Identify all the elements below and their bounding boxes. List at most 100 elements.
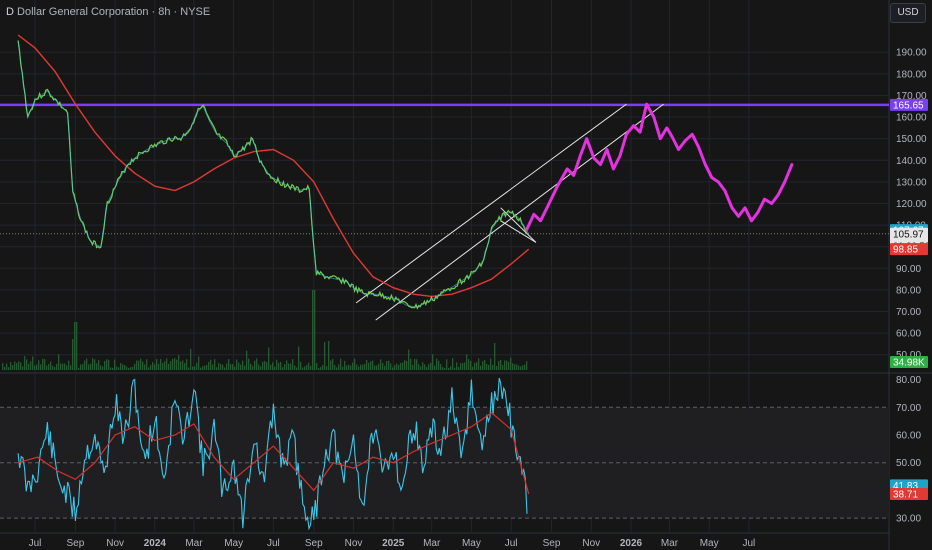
volume-bar xyxy=(280,361,282,370)
volume-bar xyxy=(294,365,296,370)
x-tick-label: Mar xyxy=(423,538,441,549)
volume-bar xyxy=(260,366,262,370)
volume-bar xyxy=(186,359,188,370)
volume-bar xyxy=(476,362,478,370)
volume-bar xyxy=(148,367,150,370)
volume-bar xyxy=(456,362,458,370)
x-tick-label: Sep xyxy=(66,538,84,549)
volume-bar xyxy=(136,360,138,370)
volume-bar xyxy=(10,362,12,370)
volume-bar xyxy=(356,364,358,370)
volume-bar xyxy=(196,362,198,370)
volume-bar xyxy=(156,358,158,370)
volume-bar xyxy=(414,358,416,370)
rsi-tick-label: 80.00 xyxy=(896,375,921,386)
volume-bar xyxy=(12,365,14,370)
volume-bar xyxy=(470,360,472,370)
price-label: 34.98K xyxy=(893,358,925,369)
volume-bar xyxy=(304,366,306,370)
volume-bar xyxy=(210,359,212,370)
volume-bar xyxy=(28,363,30,370)
volume-bar xyxy=(520,366,522,370)
volume-bar xyxy=(116,366,118,370)
volume-bar xyxy=(388,360,390,370)
volume-bar xyxy=(130,367,132,370)
volume-bar xyxy=(246,350,248,370)
volume-bar xyxy=(216,367,218,370)
x-tick-label: Sep xyxy=(543,538,561,549)
x-tick-label: 2025 xyxy=(382,538,405,549)
price-tick-label: 190.00 xyxy=(896,48,927,59)
volume-bar xyxy=(200,367,202,370)
rsi-tick-label: 50.00 xyxy=(896,458,921,469)
currency-button[interactable]: USD xyxy=(890,3,926,23)
volume-bar xyxy=(154,364,156,370)
volume-bar xyxy=(368,362,370,370)
volume-bar xyxy=(322,364,324,370)
volume-bar xyxy=(42,358,44,370)
volume-bar xyxy=(74,322,76,370)
volume-bar xyxy=(478,358,480,370)
volume-bar xyxy=(4,366,6,370)
volume-bar xyxy=(420,366,422,370)
volume-bar xyxy=(16,363,18,370)
volume-bar xyxy=(80,364,82,370)
x-tick-label: May xyxy=(700,538,719,549)
volume-bar xyxy=(480,365,482,370)
x-tick-label: May xyxy=(462,538,481,549)
volume-bar xyxy=(70,365,72,370)
volume-bar xyxy=(512,363,514,370)
volume-bar xyxy=(300,361,302,370)
volume-bar xyxy=(166,358,168,370)
symbol-legend: D Dollar General Corporation · 8h · NYSE xyxy=(6,6,210,18)
volume-bar xyxy=(192,366,194,370)
volume-bar xyxy=(458,366,460,370)
volume-bar xyxy=(248,358,250,370)
volume-bar xyxy=(112,367,114,370)
chart-canvas[interactable]: Jul Sep Nov 2024 Mar May Jul Sep Nov 2025 Mar May Ju… xyxy=(0,0,932,550)
volume-bar xyxy=(238,362,240,370)
x-tick-label: Jul xyxy=(742,538,755,549)
volume-bar xyxy=(468,359,470,370)
volume-bar xyxy=(108,359,110,370)
volume-bar xyxy=(334,364,336,370)
volume-bar xyxy=(158,363,160,370)
volume-bar xyxy=(198,356,200,370)
volume-bar xyxy=(444,367,446,370)
volume-bar xyxy=(134,363,136,370)
volume-bar xyxy=(396,363,398,370)
volume-bar xyxy=(48,363,50,370)
price-tick-label: 90.00 xyxy=(896,264,921,275)
volume-bar xyxy=(126,366,128,370)
volume-bar xyxy=(516,364,518,370)
volume-bar xyxy=(284,364,286,370)
volume-bar xyxy=(252,365,254,370)
volume-bar xyxy=(494,342,496,370)
volume-bar xyxy=(346,365,348,370)
volume-bar xyxy=(316,363,318,370)
volume-bar xyxy=(142,361,144,370)
volume-bar xyxy=(288,363,290,370)
volume-bar xyxy=(352,362,354,370)
volume-bar xyxy=(104,361,106,370)
volume-bar xyxy=(426,367,428,370)
volume-bar xyxy=(98,360,100,370)
volume-bar xyxy=(510,357,512,370)
x-tick-label: 2026 xyxy=(620,538,643,549)
volume-bar xyxy=(454,367,456,370)
volume-bar xyxy=(92,358,94,370)
volume-bar xyxy=(340,358,342,370)
volume-bar xyxy=(2,363,4,370)
price-tick-label: 70.00 xyxy=(896,307,921,318)
volume-bar xyxy=(270,364,272,370)
volume-bar xyxy=(6,363,8,370)
volume-bar xyxy=(250,363,252,370)
volume-bar xyxy=(422,362,424,370)
volume-bar xyxy=(84,360,86,370)
volume-bar xyxy=(204,365,206,370)
volume-bar xyxy=(194,366,196,370)
price-tick-label: 60.00 xyxy=(896,329,921,340)
volume-bar xyxy=(464,362,466,370)
volume-bar xyxy=(254,360,256,370)
volume-bar xyxy=(96,363,98,370)
